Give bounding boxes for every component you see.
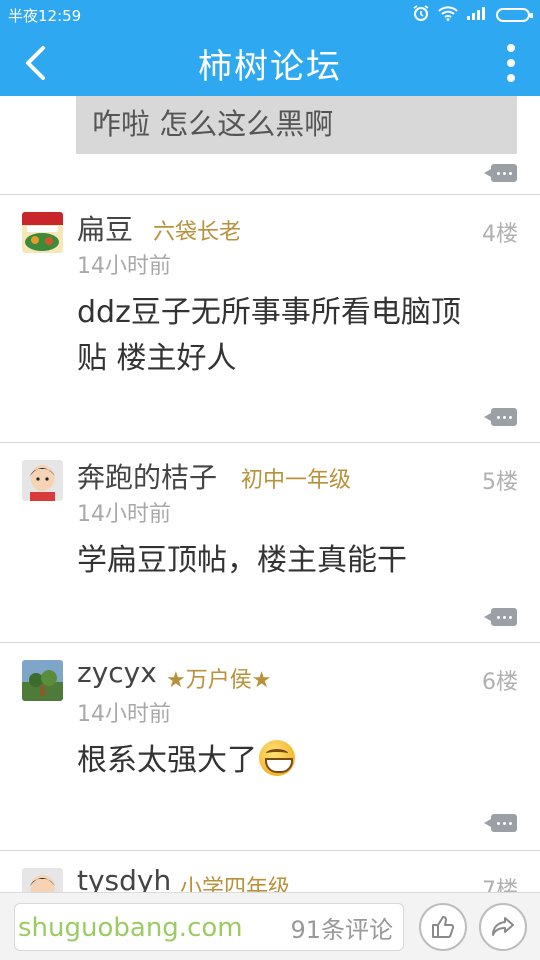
status-icons bbox=[412, 4, 533, 26]
post-time: 14小时前 bbox=[77, 702, 171, 727]
avatar[interactable] bbox=[22, 660, 63, 701]
post-time: 14小时前 bbox=[77, 254, 171, 279]
user-rank: ★万户侯★ bbox=[166, 668, 272, 693]
post-item: zycyx ★万户侯★ 6楼 14小时前 根系太强大了 bbox=[0, 642, 540, 850]
floor-number: 6楼 bbox=[482, 670, 518, 695]
post-username[interactable]: 扁豆 bbox=[77, 208, 133, 248]
more-dot-icon bbox=[507, 74, 515, 82]
share-button[interactable] bbox=[479, 903, 527, 951]
comment-count[interactable]: 91条评论 bbox=[290, 910, 393, 945]
battery-icon bbox=[496, 8, 533, 22]
wifi-icon bbox=[438, 5, 458, 25]
post-time: 14小时前 bbox=[77, 502, 171, 527]
reply-icon[interactable] bbox=[484, 164, 517, 182]
more-dot-icon bbox=[507, 59, 515, 67]
app-header: 柿树论坛 bbox=[0, 30, 540, 96]
quoted-reply: 咋啦 怎么这么黑啊 bbox=[76, 96, 517, 154]
signal-icon bbox=[466, 6, 488, 24]
reply-icon[interactable] bbox=[484, 608, 517, 626]
share-arrow-icon bbox=[492, 917, 514, 936]
comment-list[interactable]: 咋啦 怎么这么黑啊 扁豆 六袋长老 4楼 14小时前 ddz豆子无所事事所看电脑… bbox=[0, 96, 540, 892]
avatar[interactable] bbox=[22, 460, 63, 501]
reply-icon[interactable] bbox=[484, 408, 517, 426]
page-title: 柿树论坛 bbox=[198, 46, 342, 87]
avatar[interactable] bbox=[22, 212, 63, 253]
like-button[interactable] bbox=[419, 903, 467, 951]
user-rank: 六袋长老 bbox=[153, 220, 242, 245]
post-text: 学扁豆顶帖，楼主真能干 bbox=[77, 543, 407, 578]
more-dot-icon bbox=[507, 44, 515, 52]
user-rank: 小学四年级 bbox=[180, 876, 291, 892]
post-username[interactable]: tysdyh bbox=[77, 864, 171, 892]
floor-number: 4楼 bbox=[482, 222, 518, 247]
reply-icon[interactable] bbox=[484, 814, 517, 832]
post-item: tysdyh 小学四年级 7楼 bbox=[0, 850, 540, 892]
quote-text: 咋啦 怎么这么黑啊 bbox=[92, 107, 334, 141]
back-arrow-icon bbox=[26, 46, 45, 80]
floor-number: 5楼 bbox=[482, 470, 518, 495]
avatar[interactable] bbox=[22, 868, 63, 892]
back-button[interactable] bbox=[14, 40, 58, 86]
bottom-action-bar: 91条评论 shuguobang.com bbox=[0, 892, 540, 960]
post-text: ddz豆子无所事事所看电脑顶贴 楼主好人 bbox=[77, 295, 461, 376]
thumbs-up-icon bbox=[432, 916, 455, 938]
alarm-icon bbox=[412, 4, 430, 26]
post-username[interactable]: zycyx bbox=[77, 656, 157, 689]
floor-number: 7楼 bbox=[482, 878, 518, 892]
post-username[interactable]: 奔跑的桔子 bbox=[77, 456, 217, 496]
post-text: 根系太强大了 bbox=[77, 743, 257, 778]
status-bar: 半夜12:59 bbox=[0, 0, 540, 30]
post-body: 根系太强大了 bbox=[77, 738, 497, 784]
post-item: 奔跑的桔子 初中一年级 5楼 14小时前 学扁豆顶帖，楼主真能干 bbox=[0, 442, 540, 642]
user-rank: 初中一年级 bbox=[241, 468, 352, 493]
more-menu-button[interactable] bbox=[496, 40, 526, 86]
comment-input[interactable]: 91条评论 bbox=[14, 903, 404, 951]
post-item: 扁豆 六袋长老 4楼 14小时前 ddz豆子无所事事所看电脑顶贴 楼主好人 bbox=[0, 194, 540, 440]
status-time: 半夜12:59 bbox=[8, 6, 82, 25]
grin-emoji-icon bbox=[259, 740, 295, 776]
